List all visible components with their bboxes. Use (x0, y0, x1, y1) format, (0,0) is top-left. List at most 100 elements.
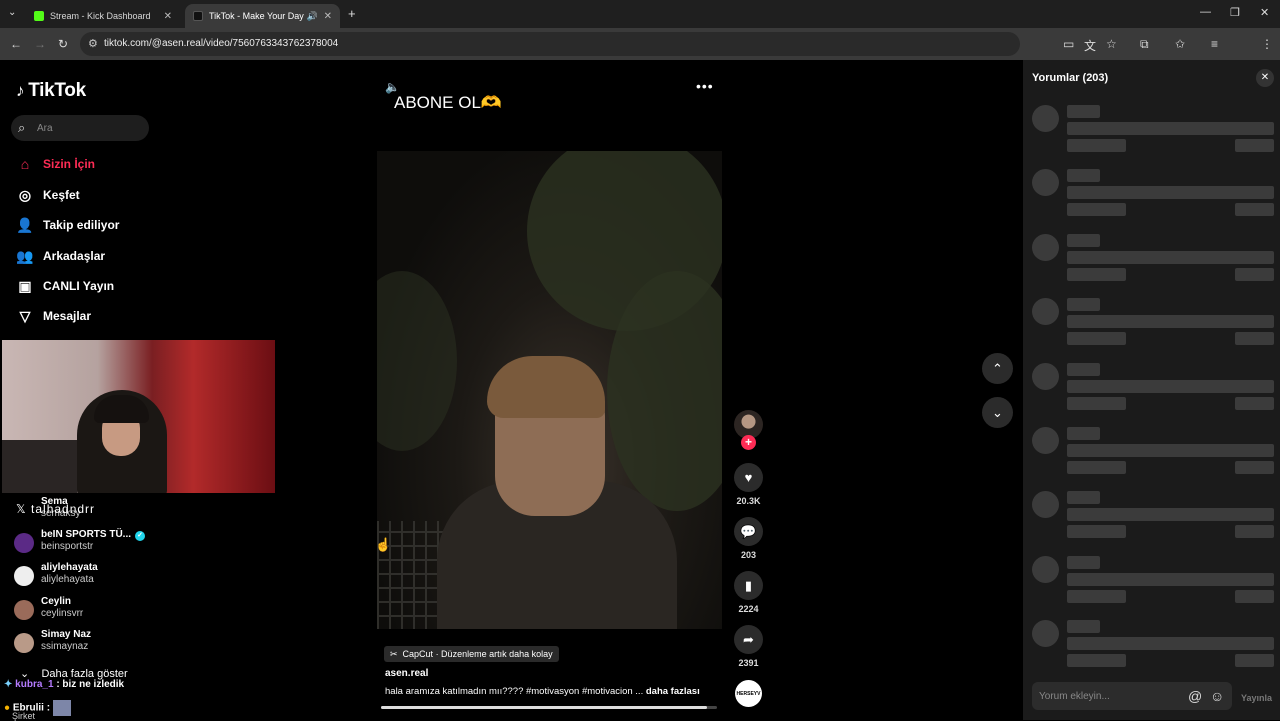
comment-skeleton-line (1067, 169, 1100, 183)
comment-skeleton-line (1067, 105, 1100, 118)
messages-icon: ▽ (19, 307, 31, 324)
comment-skeleton-line (1067, 315, 1274, 329)
compass-icon: ◎ (18, 186, 32, 203)
tiktok-logo[interactable]: ♪ TikTok (16, 80, 86, 102)
sidebar-item-explore[interactable]: ◎ Keşfet (16, 185, 80, 205)
back-icon[interactable]: ← (10, 37, 22, 51)
tab-search-icon[interactable]: ≡ (1211, 37, 1218, 51)
comment-skeleton-avatar (1032, 362, 1059, 390)
video-player[interactable] (377, 151, 722, 629)
mention-icon[interactable]: @ (1188, 688, 1202, 704)
comment-skeleton-line (1067, 637, 1274, 651)
cast-icon[interactable]: ▭ (1063, 37, 1074, 51)
minimize-icon[interactable]: — (1200, 6, 1211, 18)
comment-skeleton-line (1067, 589, 1126, 603)
account-handle: ssimaynaz (41, 641, 89, 652)
search-input[interactable] (11, 115, 149, 141)
tiktok-favicon-icon (193, 11, 203, 21)
previous-video-button[interactable]: ⌃ (982, 353, 1013, 384)
share-icon[interactable]: ➦ (734, 625, 763, 654)
comment-skeleton-line (1067, 267, 1126, 281)
avatar (14, 633, 34, 653)
post-comment-button[interactable]: Yayınla (1241, 693, 1272, 703)
music-disc-icon[interactable]: HERSEYV (735, 680, 762, 707)
close-window-icon[interactable]: ✕ (1260, 6, 1269, 19)
site-info-icon[interactable]: ⚙ (88, 37, 98, 50)
bookmark-star-icon[interactable]: ☆ (1106, 37, 1117, 51)
sidebar-item-for-you[interactable]: ⌂ Sizin İçin (16, 154, 95, 174)
forward-icon[interactable]: → (34, 37, 46, 51)
tab-search-icon[interactable]: ⌄ (8, 7, 16, 18)
video-title: ABONE OL🫶 (394, 93, 503, 112)
heart-icon[interactable]: ♥ (734, 463, 763, 492)
like-count: 20.3K (736, 496, 761, 506)
sidebar-item-messages[interactable]: ▽ Mesajlar (16, 306, 91, 326)
sidebar-item-friends[interactable]: 👥 Arkadaşlar (16, 246, 105, 266)
tab-kick-dashboard[interactable]: Stream - Kick Dashboard ✕ (26, 4, 180, 28)
save-action[interactable]: ▮ 2224 (734, 571, 763, 614)
translate-icon[interactable]: 文 (1084, 37, 1096, 54)
close-tab-icon[interactable]: ✕ (164, 11, 172, 22)
webcam-desk (2, 440, 77, 493)
video-description: hala aramıza katılmadın mıı???? #motivas… (385, 686, 700, 697)
comment-skeleton-avatar (1032, 555, 1059, 583)
comment-skeleton-line (1067, 491, 1100, 505)
restore-icon[interactable]: ❐ (1230, 6, 1240, 19)
more-options-icon[interactable]: ••• (696, 78, 714, 94)
comment-skeleton-line (1067, 298, 1100, 312)
comment-skeleton-avatar (1032, 298, 1059, 326)
comment-count: 203 (740, 550, 757, 560)
volume-icon[interactable]: 🔈 (385, 80, 400, 94)
chat-text: : (46, 702, 51, 714)
avatar (14, 600, 34, 620)
video-hair (487, 356, 605, 418)
comment-skeleton-line (1067, 620, 1100, 634)
comment-skeleton-line (1235, 332, 1274, 346)
bookmark-icon[interactable]: ▮ (734, 571, 763, 600)
reload-icon[interactable]: ↻ (58, 37, 68, 51)
emoji-icon[interactable]: ☺ (1210, 688, 1224, 704)
progress-fill (381, 706, 707, 709)
capcut-tag[interactable]: ✂ CapCut · Düzenleme artık daha kolay (384, 646, 559, 662)
comment-skeleton-line (1235, 525, 1274, 539)
share-action[interactable]: ➦ 2391 (734, 625, 763, 668)
video-progress-bar[interactable] (381, 706, 717, 709)
comment-skeleton-avatar (1032, 427, 1059, 454)
audio-playing-icon[interactable]: 🔊 (307, 11, 318, 22)
close-comments-button[interactable]: ✕ (1256, 69, 1274, 87)
chat-badge-icon: ✦ (4, 679, 16, 690)
comment-skeleton-line (1067, 555, 1100, 569)
comment-action[interactable]: 💬 203 (734, 517, 763, 560)
chat-emote-icon (52, 700, 71, 716)
follow-plus-icon[interactable]: + (741, 435, 756, 450)
next-video-button[interactable]: ⌄ (982, 397, 1013, 428)
save-count: 2224 (738, 604, 759, 614)
sidebar-item-following[interactable]: 👤 Takip ediliyor (16, 215, 119, 235)
sidebar-item-live[interactable]: ▣ CANLI Yayın (16, 276, 114, 296)
see-more-link[interactable]: daha fazlası (646, 686, 700, 697)
tab-tiktok[interactable]: TikTok - Make Your Day 🔊 ✕ (185, 4, 340, 28)
account-name: Ceylin (41, 596, 72, 607)
chat-message: ✦ kubra_1 : biz ne izledik (4, 679, 124, 690)
extensions-icon[interactable]: ⧉ (1140, 37, 1149, 52)
video-tree (377, 271, 457, 451)
tiktok-note-icon: ♪ (16, 81, 25, 100)
bookmarks-icon[interactable]: ✩ (1175, 37, 1185, 51)
comment-skeleton-line (1067, 139, 1126, 152)
comment-skeleton-line (1067, 332, 1126, 346)
x-logo-icon: 𝕏 (16, 502, 32, 516)
share-count: 2391 (738, 658, 759, 668)
video-author[interactable]: asen.real (385, 668, 428, 679)
comment-skeleton-line (1235, 461, 1274, 474)
url-text[interactable]: tiktok.com/@asen.real/video/756076334376… (104, 38, 338, 49)
close-tab-icon[interactable]: ✕ (324, 11, 332, 22)
comment-icon[interactable]: 💬 (734, 517, 763, 546)
comment-skeleton-avatar (1032, 233, 1059, 261)
menu-icon[interactable]: ⋮ (1261, 37, 1273, 51)
new-tab-icon[interactable]: + (348, 6, 356, 21)
chat-user: kubra_1 (15, 679, 54, 690)
like-action[interactable]: ♥ 20.3K (734, 463, 763, 506)
comment-skeleton-line (1067, 461, 1126, 474)
capcut-icon: ✂ (390, 648, 398, 659)
comment-skeleton-line (1067, 654, 1126, 668)
